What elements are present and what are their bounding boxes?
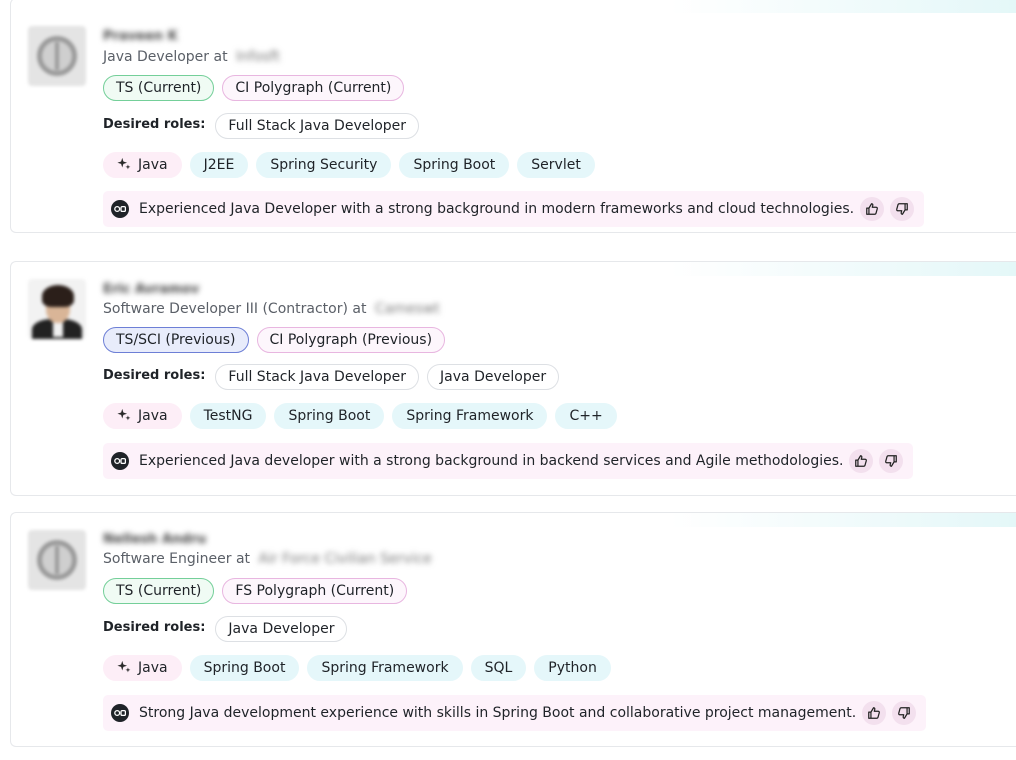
thumbs-down-icon[interactable] [892, 701, 917, 725]
sparkle-icon [117, 660, 131, 673]
clearance-badges: TS/SCI (Previous) CI Polygraph (Previous… [103, 327, 446, 353]
skill-chip: Spring Boot [274, 403, 385, 429]
candidate-title: Java Developer at Infosft [103, 49, 280, 65]
at-word: at [213, 49, 228, 65]
skills-list: Java TestNG Spring Boot Spring Framework… [103, 403, 617, 429]
desired-roles-label: Desired roles: [103, 619, 206, 635]
thumbs-down-icon[interactable] [879, 449, 904, 473]
skill-chip: Spring Security [256, 152, 392, 178]
desired-roles: Desired roles: Java Developer [103, 616, 348, 642]
ai-summary: Experienced Java developer with a strong… [103, 443, 914, 479]
desired-role-chip: Full Stack Java Developer [215, 113, 420, 139]
summary-text: Experienced Java Developer with a strong… [139, 201, 855, 217]
skill-chip: Servlet [517, 152, 595, 178]
skill-chip: Spring Boot [399, 152, 510, 178]
skill-chip-ai: Java [103, 403, 182, 429]
skill-chip-ai: Java [103, 152, 182, 178]
candidate-name[interactable]: Eric Avramov [103, 282, 199, 297]
desired-role-chip: Java Developer [215, 616, 348, 642]
sparkle-icon [117, 408, 131, 421]
candidate-title: Software Developer III (Contractor) at C… [103, 301, 440, 317]
desired-roles-label: Desired roles: [103, 367, 206, 383]
summary-text: Experienced Java developer with a strong… [139, 453, 844, 469]
candidate-name[interactable]: Praveen K [103, 29, 178, 44]
thumbs-up-icon[interactable] [860, 197, 885, 221]
skill-chip: Python [534, 655, 611, 681]
ai-logo-icon [111, 704, 129, 722]
summary-text: Strong Java development experience with … [139, 705, 857, 721]
skill-chip: Spring Boot [189, 655, 300, 681]
candidate-name[interactable]: Nellesh Andru [103, 532, 206, 547]
skill-chip: J2EE [189, 152, 249, 178]
candidate-card[interactable]: Praveen K Java Developer at Infosft TS (… [10, 0, 1016, 233]
avatar [28, 530, 86, 590]
candidate-card[interactable]: Eric Avramov Software Developer III (Con… [10, 261, 1016, 496]
skill-chip: Spring Framework [307, 655, 463, 681]
polygraph-badge: CI Polygraph (Current) [222, 75, 405, 101]
company-name: Cameswt [374, 301, 440, 317]
at-word: at [235, 551, 251, 567]
skill-chip: C++ [555, 403, 617, 429]
avatar [28, 279, 86, 339]
skill-chip: TestNG [189, 403, 267, 429]
skill-label: Java [138, 660, 168, 676]
clearance-badges: TS (Current) CI Polygraph (Current) [103, 75, 405, 101]
job-title: Software Developer III (Contractor) [103, 301, 348, 317]
desired-role-chip: Java Developer [427, 364, 560, 390]
job-title: Java Developer [103, 49, 210, 65]
polygraph-badge: CI Polygraph (Previous) [256, 327, 446, 353]
company-name: Air Force Civilian Service [258, 551, 432, 567]
skills-list: Java Spring Boot Spring Framework SQL Py… [103, 655, 611, 681]
thumbs-up-icon[interactable] [849, 449, 874, 473]
clearance-badge: TS/SCI (Previous) [103, 327, 249, 353]
sparkle-icon [117, 157, 131, 170]
desired-roles-label: Desired roles: [103, 116, 206, 132]
skill-label: Java [138, 408, 168, 424]
skills-list: Java J2EE Spring Security Spring Boot Se… [103, 152, 595, 178]
ai-logo-icon [111, 452, 129, 470]
ai-logo-icon [111, 200, 129, 218]
desired-roles: Desired roles: Full Stack Java Developer [103, 113, 420, 139]
clearance-badges: TS (Current) FS Polygraph (Current) [103, 578, 408, 604]
desired-roles: Desired roles: Full Stack Java Developer… [103, 364, 560, 390]
company-name: Infosft [236, 49, 280, 65]
avatar [28, 26, 86, 86]
desired-role-chip: Full Stack Java Developer [215, 364, 420, 390]
ai-summary: Strong Java development experience with … [103, 695, 927, 731]
thumbs-up-icon[interactable] [862, 701, 887, 725]
polygraph-badge: FS Polygraph (Current) [222, 578, 408, 604]
skill-chip: Spring Framework [392, 403, 548, 429]
clearance-badge: TS (Current) [103, 75, 215, 101]
clearance-badge: TS (Current) [103, 578, 215, 604]
candidate-card[interactable]: Nellesh Andru Software Engineer at Air F… [10, 512, 1016, 747]
ai-summary: Experienced Java Developer with a strong… [103, 191, 925, 227]
at-word: at [352, 301, 367, 317]
candidate-title: Software Engineer at Air Force Civilian … [103, 551, 432, 567]
thumbs-down-icon[interactable] [890, 197, 915, 221]
skill-chip: SQL [470, 655, 527, 681]
skill-label: Java [138, 157, 168, 173]
skill-chip-ai: Java [103, 655, 182, 681]
job-title: Software Engineer [103, 551, 232, 567]
